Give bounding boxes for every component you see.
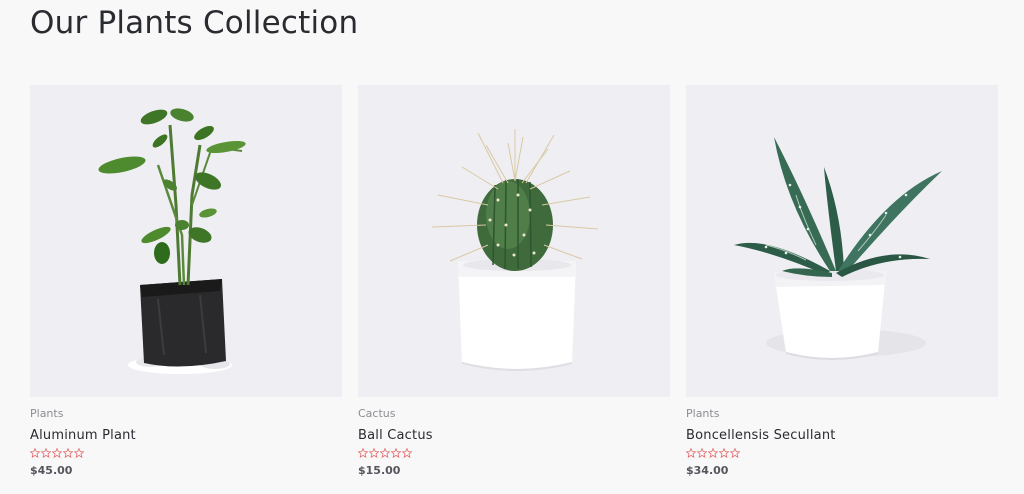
product-category[interactable]: Plants (30, 407, 342, 421)
star-outline-icon (686, 448, 696, 458)
page-title: Our Plants Collection (30, 5, 359, 41)
product-image[interactable] (686, 85, 998, 397)
product-grid: Plants Aluminum Plant $45.00 Cactus Ball… (30, 85, 998, 477)
star-outline-icon (41, 448, 51, 458)
product-category[interactable]: Cactus (358, 407, 670, 421)
product-card[interactable]: Plants Boncellensis Secullant $34.00 (686, 85, 998, 477)
product-card[interactable]: Plants Aluminum Plant $45.00 (30, 85, 342, 477)
product-price: $45.00 (30, 464, 73, 477)
rating-stars (686, 448, 998, 459)
product-image[interactable] (358, 85, 670, 397)
star-outline-icon (730, 448, 740, 458)
product-price: $34.00 (686, 464, 729, 477)
product-title[interactable]: Boncellensis Secullant (686, 428, 998, 444)
star-outline-icon (708, 448, 718, 458)
star-outline-icon (52, 448, 62, 458)
potted-seedling-image (98, 108, 246, 374)
star-outline-icon (74, 448, 84, 458)
ball-cactus-image (431, 129, 599, 371)
rating-stars (358, 448, 670, 459)
product-title[interactable]: Aluminum Plant (30, 428, 342, 444)
rating-stars (30, 448, 342, 459)
product-image[interactable] (30, 85, 342, 397)
star-outline-icon (391, 448, 401, 458)
product-title[interactable]: Ball Cactus (358, 428, 670, 444)
star-outline-icon (63, 448, 73, 458)
product-card[interactable]: Cactus Ball Cactus $15.00 (358, 85, 670, 477)
star-outline-icon (697, 448, 707, 458)
star-outline-icon (369, 448, 379, 458)
star-outline-icon (30, 448, 40, 458)
star-outline-icon (380, 448, 390, 458)
star-outline-icon (402, 448, 412, 458)
star-outline-icon (719, 448, 729, 458)
star-outline-icon (358, 448, 368, 458)
succulent-pot-image (734, 137, 942, 360)
product-price: $15.00 (358, 464, 401, 477)
product-category[interactable]: Plants (686, 407, 998, 421)
